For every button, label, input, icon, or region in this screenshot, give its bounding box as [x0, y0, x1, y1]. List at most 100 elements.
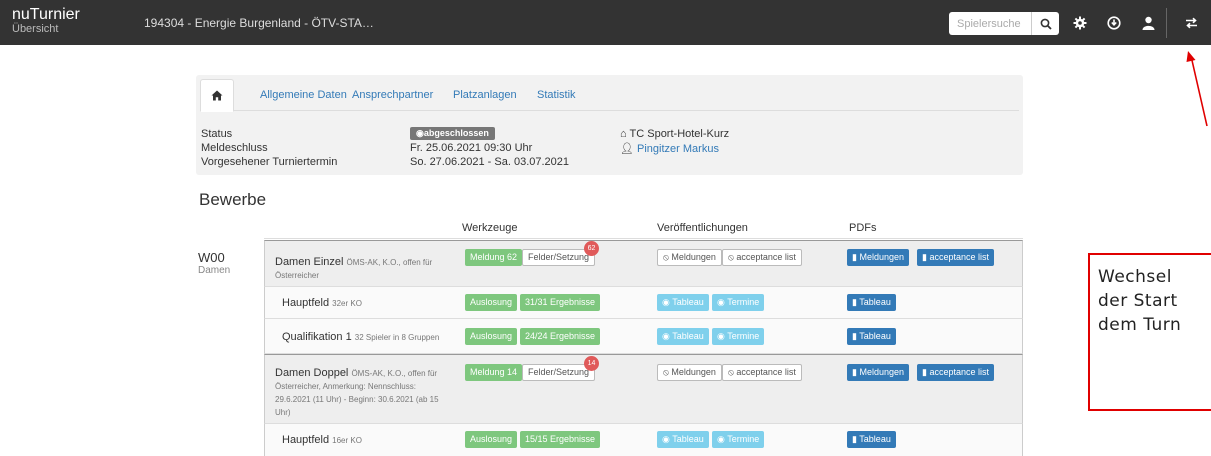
file-icon: ▮ — [922, 367, 927, 377]
competition-row: Hauptfeld 16er KO — [264, 424, 1023, 456]
pub-tableau-button[interactable]: ◉ Tableau — [657, 328, 709, 345]
pdf-entries-label: Meldungen — [859, 367, 905, 377]
download-button[interactable] — [1104, 13, 1124, 33]
eye-icon: ◉ — [717, 434, 725, 444]
pdf-tableau-label: Tableau — [859, 434, 891, 444]
pub-entries-button[interactable]: ⦸ Meldungen — [657, 364, 722, 381]
home-icon — [211, 90, 223, 101]
pub-acceptance-label: acceptance list — [736, 367, 796, 377]
top-navbar: nuTurnier Übersicht 194304 - Energie Bur… — [0, 0, 1211, 45]
col-publications: Veröffentlichungen — [657, 222, 748, 234]
col-tools: Werkzeuge — [462, 222, 518, 234]
search-button[interactable] — [1031, 12, 1059, 35]
pub-tableau-button[interactable]: ◉ Tableau — [657, 431, 709, 448]
competition-row: Qualifikation 1 32 Spieler in 8 Gruppen — [264, 319, 1023, 354]
annotation-line: Wechsel — [1098, 267, 1172, 287]
row-desc: 32 Spieler in 8 Gruppen — [354, 333, 440, 342]
status-value: abgeschlossen — [423, 128, 489, 138]
tab-contacts[interactable]: Ansprechpartner — [352, 89, 433, 101]
file-icon: ▮ — [852, 252, 857, 262]
results-button[interactable]: 15/15 Ergebnisse — [520, 431, 601, 448]
pub-acceptance-button[interactable]: ⦸ acceptance list — [722, 249, 802, 266]
user-icon — [1142, 16, 1154, 30]
tab-home[interactable] — [200, 79, 234, 112]
row-title: Hauptfeld — [282, 297, 330, 309]
settings-button[interactable] — [1070, 13, 1090, 33]
brand-title[interactable]: nuTurnier — [12, 6, 80, 23]
pdf-acceptance-button[interactable]: ▮ acceptance list — [917, 364, 995, 381]
tournament-title[interactable]: 194304 - Energie Burgenland - ÖTV-STA… — [144, 16, 374, 30]
eye-slash-icon: ⦸ — [663, 252, 669, 262]
eye-slash-icon: ⦸ — [663, 367, 669, 377]
competition-row: Damen Einzel ÖMS-AK, K.O., offen für Öst… — [264, 240, 1023, 287]
date-value: So. 27.06.2021 - Sa. 03.07.2021 — [410, 156, 570, 168]
row-title: Hauptfeld — [282, 434, 330, 446]
pub-tableau-label: Tableau — [672, 434, 704, 444]
pdf-entries-button[interactable]: ▮ Meldungen — [847, 249, 910, 266]
draw-button[interactable]: Auslosung — [465, 431, 518, 448]
pub-schedule-label: Termine — [727, 331, 760, 341]
player-search — [949, 12, 1059, 35]
annotation-callout: Wechsel der Start dem Turn — [1088, 253, 1211, 411]
row-title: Damen Einzel — [275, 256, 344, 268]
pdf-acceptance-button[interactable]: ▮ acceptance list — [917, 249, 995, 266]
results-button[interactable]: 31/31 Ergebnisse — [520, 294, 601, 311]
eye-icon: ◉ — [416, 128, 424, 138]
row-title-block: Hauptfeld 16er KO — [282, 434, 362, 447]
eye-icon: ◉ — [717, 331, 725, 341]
player-search-input[interactable] — [949, 12, 1031, 35]
user-button[interactable] — [1138, 13, 1158, 33]
row-desc: 32er KO — [332, 299, 362, 308]
pdf-tableau-button[interactable]: ▮ Tableau — [847, 294, 896, 311]
pub-schedule-button[interactable]: ◉ Termine — [712, 431, 765, 448]
switch-tournament-button[interactable] — [1181, 13, 1201, 33]
contact-link[interactable]: Pingitzer Markus — [637, 143, 719, 155]
download-icon — [1107, 16, 1121, 30]
deadline-value: Fr. 25.06.2021 09:30 Uhr — [410, 142, 533, 154]
brand[interactable]: nuTurnier Übersicht — [12, 6, 80, 35]
pdf-tableau-button[interactable]: ▮ Tableau — [847, 431, 896, 448]
competition-row: Hauptfeld 32er KO — [264, 287, 1023, 319]
pub-tableau-button[interactable]: ◉ Tableau — [657, 294, 709, 311]
pub-entries-button[interactable]: ⦸ Meldungen — [657, 249, 722, 266]
pdf-entries-button[interactable]: ▮ Meldungen — [847, 364, 910, 381]
file-icon: ▮ — [852, 297, 857, 307]
status-badge: ◉abgeschlossen — [410, 127, 495, 140]
entries-button[interactable]: Meldung 62 — [465, 249, 523, 266]
row-title: Qualifikation 1 — [282, 331, 352, 343]
tab-general-data[interactable]: Allgemeine Daten — [260, 89, 347, 101]
results-button[interactable]: 24/24 Ergebnisse — [520, 328, 601, 345]
pub-entries-label: Meldungen — [671, 252, 716, 262]
file-icon: ▮ — [922, 252, 927, 262]
count-badge: 62 — [584, 241, 599, 256]
pub-schedule-button[interactable]: ◉ Termine — [712, 328, 765, 345]
brand-subtitle[interactable]: Übersicht — [12, 23, 80, 35]
navbar-divider — [1166, 8, 1167, 38]
tab-venues[interactable]: Platzanlagen — [453, 89, 517, 101]
eye-icon: ◉ — [662, 331, 670, 341]
row-title-block: Damen Einzel ÖMS-AK, K.O., offen für Öst… — [275, 256, 435, 282]
search-icon — [1040, 18, 1052, 30]
pub-entries-label: Meldungen — [671, 367, 716, 377]
pdf-tableau-button[interactable]: ▮ Tableau — [847, 328, 896, 345]
deadline-label: Meldeschluss — [201, 142, 268, 154]
eye-icon: ◉ — [662, 297, 670, 307]
user-icon: 👤︎ — [620, 143, 634, 155]
eye-slash-icon: ⦸ — [728, 367, 734, 377]
row-desc: 16er KO — [332, 436, 362, 445]
tab-bar: Allgemeine Daten Ansprechpartner Platzan… — [200, 79, 1019, 112]
group-code: W00 — [198, 250, 225, 265]
pdf-acceptance-label: acceptance list — [929, 252, 990, 262]
tab-statistics[interactable]: Statistik — [537, 89, 576, 101]
pub-schedule-button[interactable]: ◉ Termine — [712, 294, 765, 311]
file-icon: ▮ — [852, 331, 857, 341]
entries-button[interactable]: Meldung 14 — [465, 364, 523, 381]
pdf-tableau-label: Tableau — [859, 297, 891, 307]
pub-acceptance-button[interactable]: ⦸ acceptance list — [722, 364, 802, 381]
draw-button[interactable]: Auslosung — [465, 328, 518, 345]
pub-schedule-label: Termine — [727, 434, 760, 444]
contact-info[interactable]: 👤︎ Pingitzer Markus — [620, 142, 719, 155]
date-label: Vorgesehener Turniertermin — [201, 156, 338, 168]
draw-button[interactable]: Auslosung — [465, 294, 518, 311]
row-title-block: Qualifikation 1 32 Spieler in 8 Gruppen — [282, 331, 439, 344]
